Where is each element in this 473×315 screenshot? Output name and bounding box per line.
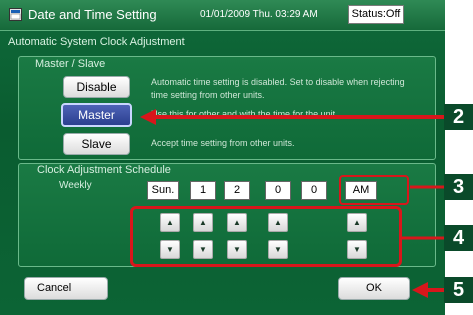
callout-3-label: 3 [444, 174, 473, 200]
callout-2-arrowhead [140, 109, 156, 125]
callout-arrows [140, 109, 444, 298]
callout-5-arrowhead [412, 282, 428, 298]
callout-5-label: 5 [444, 277, 473, 303]
callout-2-label: 2 [444, 104, 473, 130]
callout-4-label: 4 [444, 225, 473, 251]
